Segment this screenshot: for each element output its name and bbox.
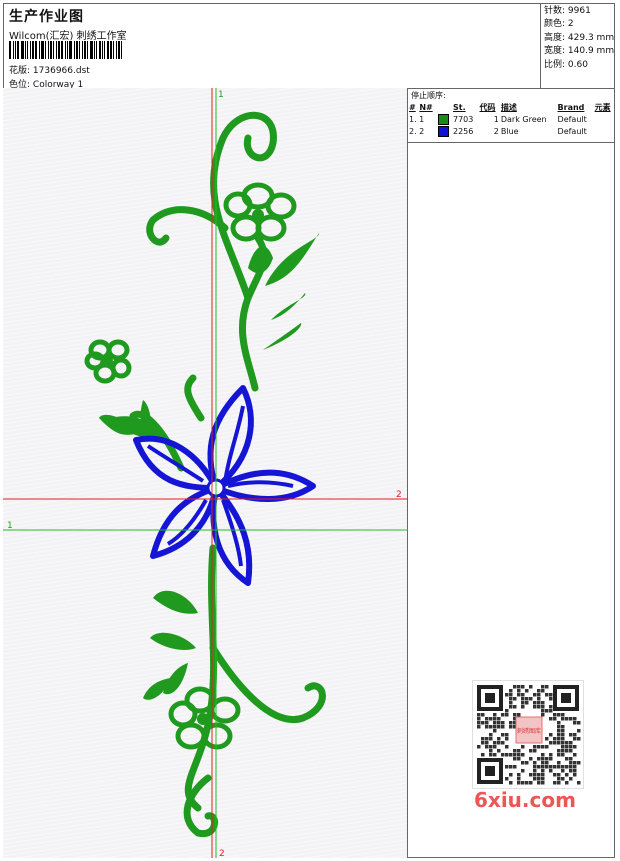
axis-label-h-right: 2: [396, 490, 402, 500]
left-curl: [146, 206, 229, 246]
leaf-4: [248, 246, 273, 274]
leaf-8: [153, 590, 198, 614]
blue-petal-bottom-left: [150, 485, 219, 559]
mid-curl: [184, 374, 205, 422]
stat-stitches: 针数: 9961: [544, 6, 591, 16]
leaf-9: [150, 632, 196, 650]
design-file: 1736966.dst: [32, 66, 90, 76]
qr-code: 刺绣图库: [472, 680, 584, 789]
studio-name: Wilcom(汇宏) 刺绣工作室: [9, 31, 127, 42]
axis-label-v-bottom: 2: [219, 849, 225, 858]
color-table-header: # N# St. 代码 描述 Brand 元素: [408, 101, 615, 113]
embroidery-preview: 1 2 1 2: [3, 88, 408, 858]
page-title: 生产作业图: [9, 9, 84, 25]
leaf-10: [163, 663, 188, 695]
axis-label-h-left: 1: [7, 521, 13, 531]
design-canvas[interactable]: 1 2 1 2: [3, 88, 408, 858]
color-table: # N# St. 代码 描述 Brand 元素 1. 1 7703 1 Dark…: [408, 101, 615, 137]
table-row[interactable]: 2. 2 2256 2 Blue Default: [408, 125, 615, 137]
col-code: 代码: [479, 102, 496, 112]
stop-sequence-panel: 停止顺序: # N# St. 代码 描述 Brand 元素 1. 1 7703 …: [408, 88, 615, 143]
design-file-row: 花版: 1736966.dst: [9, 63, 90, 76]
stat-width: 宽度: 140.9 mm: [544, 46, 615, 57]
color-swatch: [437, 113, 449, 125]
col-brand: Brand: [557, 102, 585, 112]
stat-height: 高度: 429.3 mm: [544, 32, 615, 43]
sheet-header: 生产作业图 Wilcom(汇宏) 刺绣工作室 花版: 1736966.dst 色…: [3, 3, 615, 90]
qr-caption: 刺绣图库: [517, 727, 541, 735]
col-hash: #: [409, 102, 416, 112]
leaf-3: [263, 323, 302, 350]
stats-panel: 针数: 9961 颜色: 2 高度: 429.3 mm 宽度: 140.9 mm…: [540, 3, 615, 88]
design-label: 花版:: [9, 66, 31, 76]
col-n: N#: [419, 102, 433, 112]
blue-petal-bottom-right: [210, 485, 253, 586]
col-element: 元素: [594, 102, 611, 112]
barcode: [9, 41, 141, 59]
lower-stem: [184, 544, 218, 812]
table-row[interactable]: 1. 1 7703 1 Dark Green Default: [408, 113, 615, 125]
axis-label-v-top: 1: [218, 90, 224, 100]
col-description: 描述: [500, 102, 517, 112]
site-watermark: 6xiu.com: [474, 788, 576, 812]
stop-sequence-title: 停止顺序:: [411, 91, 446, 100]
right-curl: [209, 644, 326, 723]
stat-scale: 比例: 0.60: [544, 59, 588, 70]
color-swatch: [437, 125, 449, 137]
col-stitches: St.: [453, 102, 466, 112]
stat-colors: 颜色: 2: [544, 19, 574, 30]
leaf-2: [271, 293, 306, 320]
